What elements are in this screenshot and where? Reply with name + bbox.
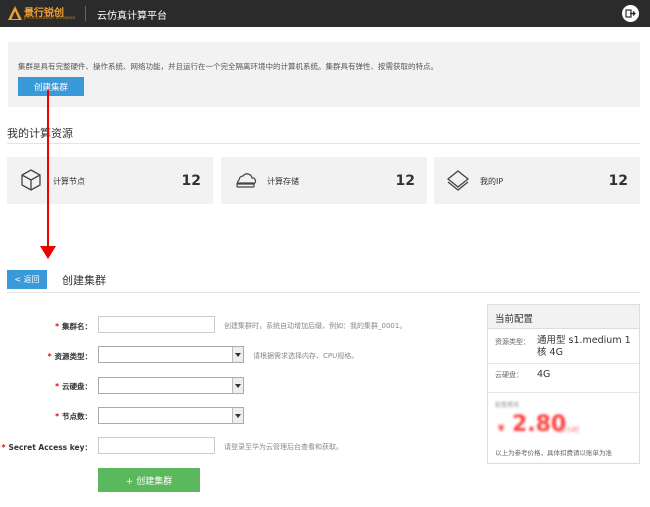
top-bar: 景行锐创 JH Innovation Software 云仿真计算平台 — [0, 0, 650, 27]
resource-type-hint: 请根据需求选择内存、CPU规格。 — [253, 352, 359, 360]
header-divider — [85, 6, 86, 21]
price-note: 以上为参考价格，具体扣费请以账单为准 — [495, 449, 612, 457]
config-resource-type-value: 通用型 s1.medium 1核 4G — [537, 335, 631, 358]
cloud-storage-icon — [236, 173, 257, 188]
chevron-down-icon — [232, 408, 243, 423]
config-header: 当前配置 — [488, 305, 639, 329]
config-separator — [488, 363, 639, 364]
current-config-panel: 当前配置 资源类型： 通用型 s1.medium 1核 4G 云硬盘： 4G 配… — [487, 304, 640, 464]
logout-icon[interactable] — [622, 5, 639, 22]
resources-title: 我的计算资源 — [7, 127, 73, 140]
config-cloud-disk-value: 4G — [537, 369, 551, 380]
card-value: 12 — [608, 173, 628, 189]
resources-divider — [7, 143, 640, 144]
cloud-disk-select[interactable] — [98, 377, 244, 394]
resource-card-my-ip: 我的IP 12 — [434, 157, 640, 204]
cluster-name-hint: 创建集群时，系统自动增加后缀，例如：我的集群_0001。 — [224, 322, 407, 330]
price-label: 配置费用 — [495, 402, 520, 409]
card-value: 12 — [181, 173, 201, 189]
config-separator — [488, 392, 639, 393]
node-count-label: * 节点数： — [55, 412, 92, 421]
node-count-select[interactable] — [98, 407, 244, 424]
secret-key-hint: 请登录至华为云管理后台查看和获取。 — [224, 443, 343, 451]
resource-card-compute-storage: 计算存储 12 — [221, 157, 427, 204]
price-unit: 元/小时 — [556, 426, 580, 434]
config-cloud-disk-label: 云硬盘： — [495, 371, 523, 379]
logout-icon-glyph — [625, 9, 636, 18]
cloud-disk-label: * 云硬盘： — [55, 382, 92, 391]
logo-subtext: JH Innovation Software — [24, 16, 76, 21]
submit-create-cluster-button[interactable]: + 创建集群 — [98, 468, 200, 492]
card-value: 12 — [395, 173, 415, 189]
logo: 景行锐创 JH Innovation Software — [7, 4, 81, 24]
intro-panel: 集群是具有完整硬件、操作系统、网络功能，并且运行在一个完全隔离环境中的计算机系统… — [8, 42, 640, 107]
chevron-down-icon — [232, 347, 243, 362]
config-resource-type-label: 资源类型： — [495, 338, 530, 346]
form-divider — [7, 292, 640, 293]
secret-key-input[interactable] — [98, 437, 215, 454]
cube-icon — [21, 169, 41, 191]
card-label: 我的IP — [480, 177, 504, 186]
app-title: 云仿真计算平台 — [97, 11, 167, 22]
layers-icon — [446, 170, 470, 191]
cluster-name-label: * 集群名： — [55, 322, 92, 331]
card-label: 计算节点 — [53, 177, 85, 186]
resource-card-compute-nodes: 计算节点 12 — [7, 157, 213, 204]
cluster-name-input[interactable] — [98, 316, 215, 333]
config-title: 当前配置 — [495, 314, 534, 325]
card-label: 计算存储 — [267, 177, 299, 186]
resource-type-label: * 资源类型： — [47, 352, 92, 361]
form-title: 创建集群 — [62, 274, 106, 287]
annotation-arrow-shaft — [47, 90, 49, 248]
annotation-arrow-head — [40, 246, 56, 259]
chevron-down-icon — [232, 378, 243, 393]
secret-key-label: * Secret Access key： — [1, 443, 92, 452]
resource-type-select[interactable] — [98, 346, 244, 363]
intro-description: 集群是具有完整硬件、操作系统、网络功能，并且运行在一个完全隔离环境中的计算机系统… — [18, 62, 438, 71]
back-button[interactable]: < 返回 — [7, 270, 47, 289]
create-cluster-button[interactable]: 创建集群 — [18, 77, 84, 96]
logo-icon — [8, 6, 22, 20]
